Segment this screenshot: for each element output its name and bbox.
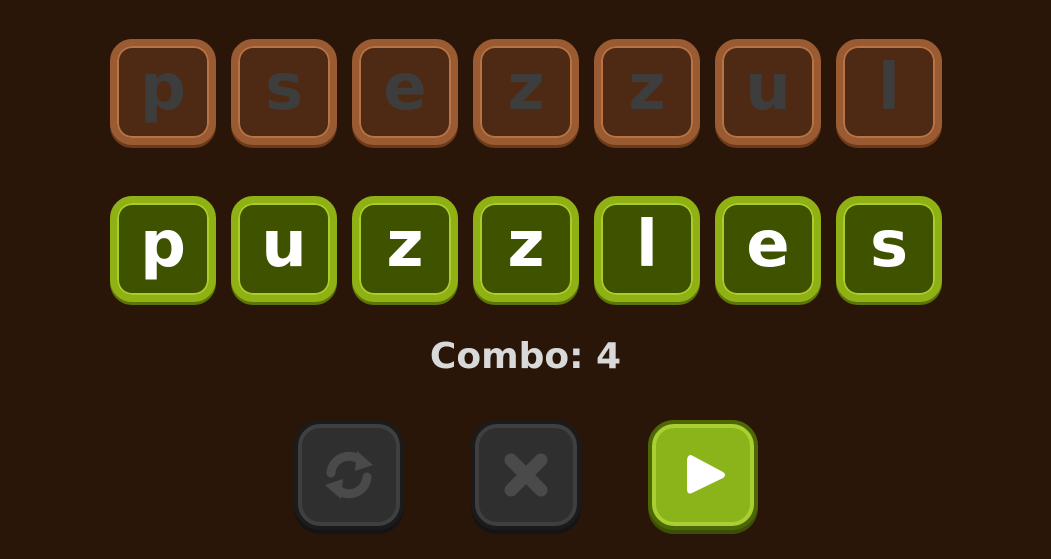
tile-letter: u: [745, 51, 791, 125]
tile-letter: p: [140, 51, 186, 125]
answer-tile[interactable]: s: [836, 196, 942, 302]
answer-tile[interactable]: u: [231, 196, 337, 302]
answer-tile[interactable]: p: [110, 196, 216, 302]
tile-letter: s: [869, 208, 909, 282]
combo-counter: Combo: 4: [429, 336, 622, 377]
tile-letter: p: [140, 208, 186, 282]
scrambled-tile[interactable]: p: [110, 39, 216, 145]
answer-tile[interactable]: e: [715, 196, 821, 302]
refresh-button[interactable]: [294, 420, 404, 530]
tile-letter: l: [636, 208, 658, 282]
tile-letter: z: [386, 208, 424, 282]
answer-tile[interactable]: z: [352, 196, 458, 302]
tile-letter: z: [507, 208, 545, 282]
close-icon: [504, 453, 548, 497]
answer-tile[interactable]: l: [594, 196, 700, 302]
scrambled-tile[interactable]: s: [231, 39, 337, 145]
tile-letter: e: [746, 208, 790, 282]
refresh-icon: [325, 451, 373, 499]
tile-letter: s: [264, 51, 304, 125]
scrambled-tile[interactable]: u: [715, 39, 821, 145]
clear-button[interactable]: [471, 420, 581, 530]
play-icon: [687, 455, 725, 494]
play-button[interactable]: [648, 420, 758, 530]
answer-letters-row: p u z z l e s: [110, 196, 942, 302]
tile-letter: l: [878, 51, 900, 125]
tile-letter: e: [383, 51, 427, 125]
scrambled-letters-row: p s e z z u l: [110, 39, 942, 145]
tile-letter: z: [628, 51, 666, 125]
tile-letter: z: [507, 51, 545, 125]
tile-letter: u: [261, 208, 307, 282]
game-screen: p s e z z u l p u z z l e s Combo: 4: [0, 0, 1051, 559]
scrambled-tile[interactable]: l: [836, 39, 942, 145]
scrambled-tile[interactable]: z: [473, 39, 579, 145]
scrambled-tile[interactable]: z: [594, 39, 700, 145]
answer-tile[interactable]: z: [473, 196, 579, 302]
scrambled-tile[interactable]: e: [352, 39, 458, 145]
